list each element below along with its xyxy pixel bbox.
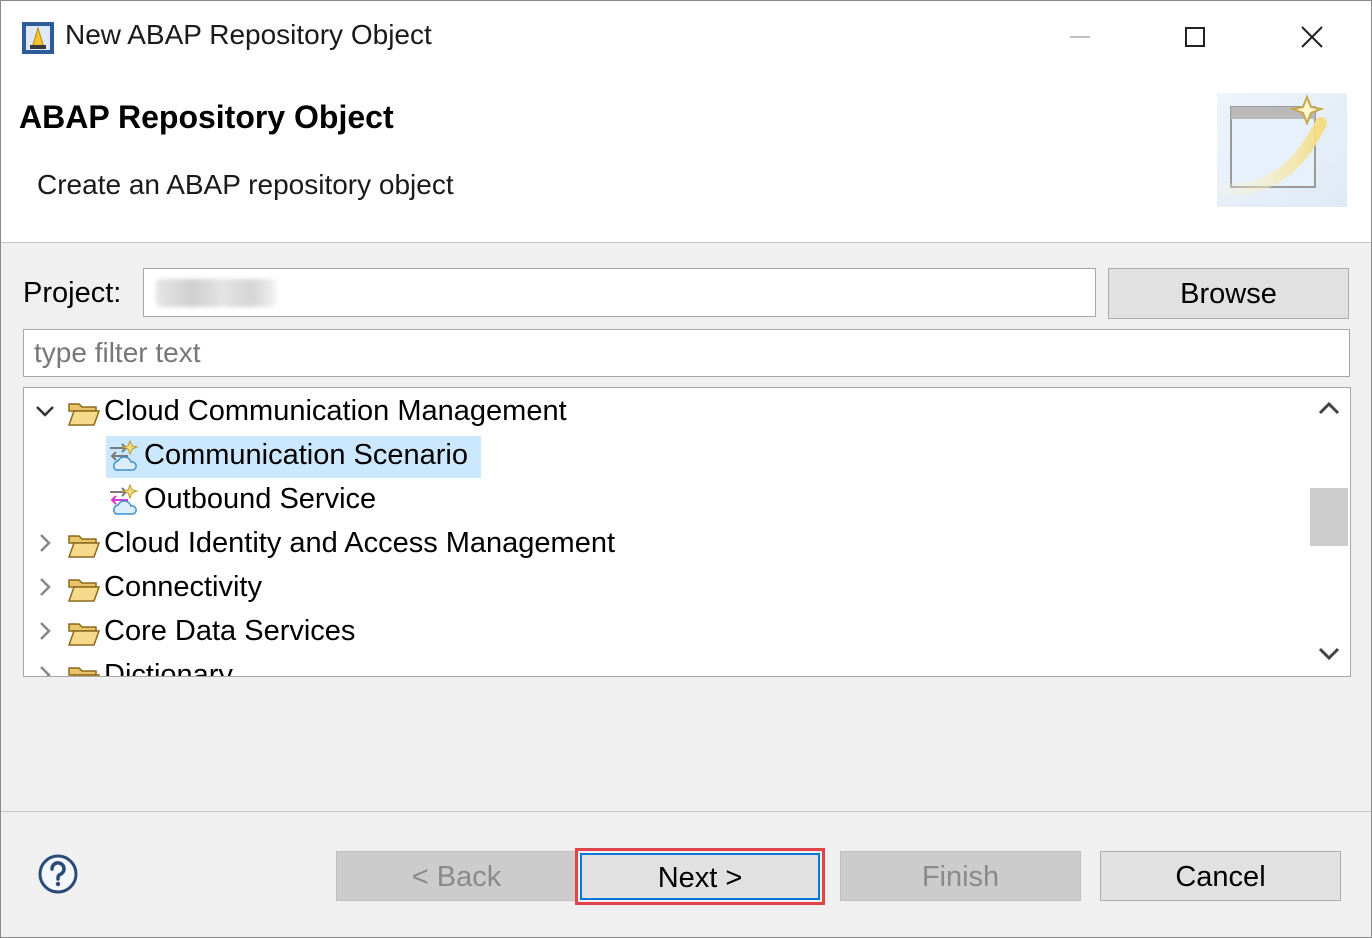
back-button[interactable]: < Back xyxy=(336,851,577,901)
tree-item-communication-scenario[interactable]: Communication Scenario xyxy=(24,434,1304,478)
scroll-up-icon[interactable] xyxy=(1316,398,1342,418)
finish-button[interactable]: Finish xyxy=(840,851,1081,901)
folder-icon xyxy=(68,579,100,602)
chevron-right-icon[interactable] xyxy=(34,620,56,642)
title-bar: New ABAP Repository Object xyxy=(1,1,1371,77)
tree-item-label: Cloud Identity and Access Management xyxy=(104,527,616,559)
help-icon[interactable] xyxy=(37,853,79,895)
project-label: Project: xyxy=(23,277,122,309)
footer-separator xyxy=(1,811,1371,812)
filter-field[interactable] xyxy=(23,329,1350,377)
tree-item-cloud-identity-access-management[interactable]: Cloud Identity and Access Management xyxy=(24,522,1304,566)
tree-item-label: Dictionary xyxy=(104,659,233,677)
scroll-down-icon[interactable] xyxy=(1316,644,1342,664)
project-value-redacted xyxy=(156,279,276,307)
object-type-tree[interactable]: Cloud Communication Management Communica… xyxy=(23,387,1351,677)
abap-app-icon xyxy=(22,22,54,54)
scroll-thumb[interactable] xyxy=(1310,488,1348,546)
close-button[interactable] xyxy=(1286,15,1338,59)
folder-icon xyxy=(68,667,100,676)
page-description: Create an ABAP repository object xyxy=(37,169,454,200)
wizard-banner: ABAP Repository Object Create an ABAP re… xyxy=(1,77,1371,243)
minimize-icon xyxy=(1070,36,1090,38)
chevron-right-icon[interactable] xyxy=(34,532,56,554)
browse-button[interactable]: Browse xyxy=(1108,268,1349,319)
close-icon xyxy=(1301,26,1323,48)
cancel-button[interactable]: Cancel xyxy=(1100,851,1341,901)
filter-input[interactable] xyxy=(24,330,1349,376)
tree-item-dictionary[interactable]: Dictionary xyxy=(24,654,1304,677)
folder-open-icon xyxy=(68,403,100,426)
outbound-service-icon xyxy=(110,484,139,515)
maximize-icon xyxy=(1185,27,1205,47)
tree-item-connectivity[interactable]: Connectivity xyxy=(24,566,1304,610)
folder-icon xyxy=(68,535,100,558)
dialog-window: New ABAP Repository Object ABAP Reposito… xyxy=(0,0,1372,938)
tree-item-cloud-communication-management[interactable]: Cloud Communication Management xyxy=(24,390,1304,434)
tree-item-label: Cloud Communication Management xyxy=(104,395,567,427)
tree-item-outbound-service[interactable]: Outbound Service xyxy=(24,478,1304,522)
communication-scenario-icon xyxy=(110,440,139,471)
new-wizard-graphic xyxy=(1217,93,1347,207)
tree-item-label: Outbound Service xyxy=(144,483,377,515)
folder-icon xyxy=(68,623,100,646)
project-field[interactable] xyxy=(143,268,1096,317)
tree-item-label: Communication Scenario xyxy=(144,439,468,471)
tree-item-label: Connectivity xyxy=(104,571,262,603)
maximize-button[interactable] xyxy=(1169,15,1221,59)
tree-item-label: Core Data Services xyxy=(104,615,356,647)
chevron-right-icon[interactable] xyxy=(34,664,56,677)
next-button[interactable]: Next > xyxy=(580,853,820,900)
window-title: New ABAP Repository Object xyxy=(65,19,432,50)
tree-scrollbar[interactable] xyxy=(1308,388,1350,676)
page-title: ABAP Repository Object xyxy=(19,99,394,135)
chevron-right-icon[interactable] xyxy=(34,576,56,598)
minimize-button[interactable] xyxy=(1053,15,1105,59)
chevron-down-icon[interactable] xyxy=(34,400,56,422)
tree-item-core-data-services[interactable]: Core Data Services xyxy=(24,610,1304,654)
